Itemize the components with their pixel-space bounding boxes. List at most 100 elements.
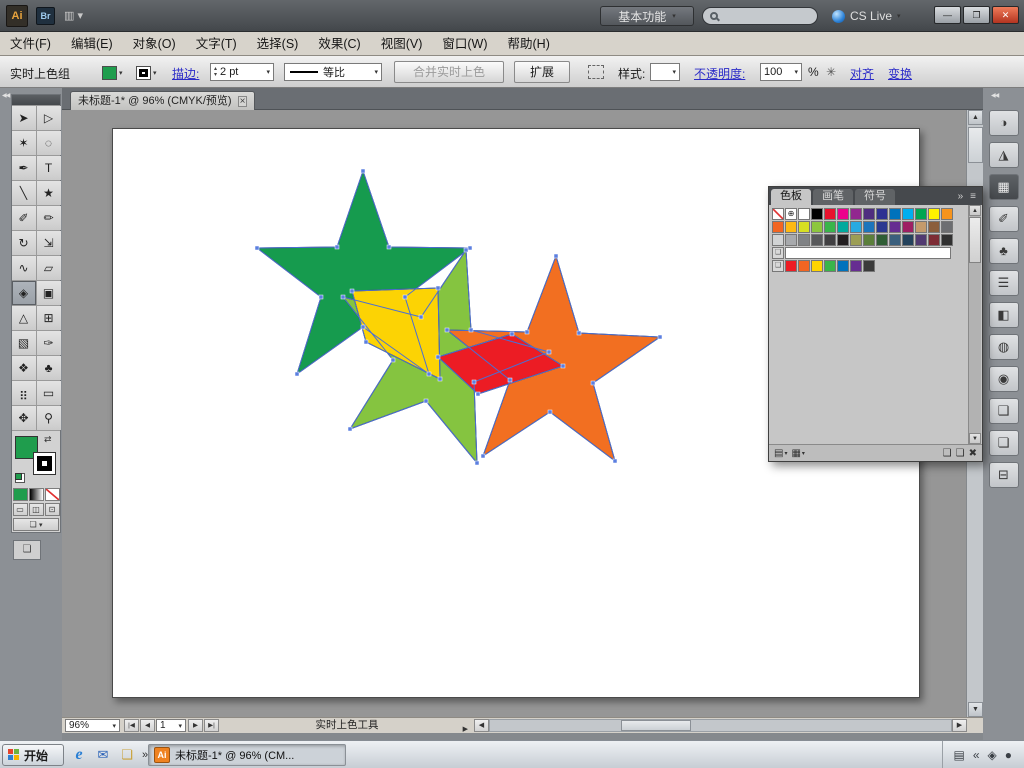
anchor-point[interactable]	[438, 377, 442, 381]
swatch[interactable]	[928, 221, 940, 233]
swatch[interactable]	[863, 260, 875, 272]
swatch[interactable]	[837, 234, 849, 246]
close-button[interactable]: ✕	[992, 6, 1019, 24]
swatch[interactable]	[863, 208, 875, 220]
paintbrush-tool[interactable]: ✐	[12, 206, 36, 230]
scale-tool[interactable]: ⇲	[37, 231, 61, 255]
transform-link[interactable]: 变换	[888, 65, 912, 82]
anchor-point[interactable]	[658, 335, 662, 339]
eyedropper-tool[interactable]: ✑	[37, 331, 61, 355]
hand-tool[interactable]: ✥	[12, 406, 36, 430]
anchor-point[interactable]	[525, 330, 529, 334]
anchor-point[interactable]	[475, 461, 479, 465]
anchor-point[interactable]	[613, 459, 617, 463]
anchor-point[interactable]	[419, 315, 423, 319]
swatch[interactable]	[915, 234, 927, 246]
scroll-left-icon[interactable]: ◀	[474, 719, 489, 732]
live-paint-bucket-tool[interactable]: ◈	[12, 281, 36, 305]
swatch[interactable]	[863, 221, 875, 233]
new-swatch-icon[interactable]: ❏	[956, 448, 965, 459]
screen-mode-button[interactable]: ❏ ▾	[13, 518, 59, 531]
rotate-tool[interactable]: ↻	[12, 231, 36, 255]
opacity-input[interactable]: 100 ▾	[760, 63, 802, 81]
blend-tool[interactable]: ❖	[12, 356, 36, 380]
star-tool[interactable]: ★	[37, 181, 61, 205]
draw-mode-1-button[interactable]: ◫	[29, 503, 44, 516]
new-color-group-icon[interactable]: ❑	[943, 448, 952, 459]
live-paint-selection-tool[interactable]: ▣	[37, 281, 61, 305]
stroke-color-swatch[interactable]	[33, 452, 56, 475]
swatch[interactable]	[902, 221, 914, 233]
swatch[interactable]	[876, 208, 888, 220]
gradient-tool[interactable]: ▧	[12, 331, 36, 355]
draw-mode-2-button[interactable]: ⊡	[45, 503, 60, 516]
swap-fill-stroke-icon[interactable]: ⇄	[44, 434, 52, 445]
align-link[interactable]: 对齐	[850, 65, 874, 82]
arrange-documents-icon[interactable]: ▥ ▾	[64, 9, 83, 22]
pattern-swatch[interactable]	[785, 247, 951, 259]
scroll-down-icon[interactable]: ▼	[968, 702, 983, 717]
swatch[interactable]	[941, 221, 953, 233]
swatch[interactable]	[889, 221, 901, 233]
first-artboard-button[interactable]: |◀	[124, 719, 139, 732]
swatch[interactable]	[928, 208, 940, 220]
anchor-point[interactable]	[436, 286, 440, 290]
scroll-up-icon[interactable]: ▲	[968, 110, 983, 125]
registration-swatch[interactable]: ⊕	[785, 208, 797, 220]
artboard-number-dropdown[interactable]: 1 ▾	[156, 719, 186, 732]
anchor-point[interactable]	[510, 332, 514, 336]
swatch[interactable]	[785, 234, 797, 246]
menu-item-0[interactable]: 文件(F)	[0, 32, 61, 56]
last-artboard-button[interactable]: ▶|	[204, 719, 219, 732]
anchor-point[interactable]	[554, 254, 558, 258]
anchor-point[interactable]	[341, 295, 345, 299]
menu-item-2[interactable]: 对象(O)	[123, 32, 186, 56]
anchor-point[interactable]	[361, 325, 365, 329]
swatch[interactable]	[941, 208, 953, 220]
swatch[interactable]	[941, 234, 953, 246]
anchor-point[interactable]	[464, 248, 468, 252]
swatch[interactable]	[785, 221, 797, 233]
swatch[interactable]	[863, 234, 875, 246]
anchor-point[interactable]	[548, 410, 552, 414]
style-dropdown[interactable]: ▾	[650, 63, 680, 81]
recolor-artwork-icon[interactable]: ✳	[826, 65, 836, 79]
scroll-down-icon[interactable]: ▼	[969, 433, 981, 444]
anchor-point[interactable]	[591, 381, 595, 385]
artboards-panel-icon[interactable]: ⊟	[989, 462, 1019, 488]
status-menu-icon[interactable]: ▶	[463, 722, 468, 737]
lasso-tool[interactable]: ◌	[37, 131, 61, 155]
panel-overflow-icon[interactable]: »	[958, 188, 964, 205]
workspace-switcher-button[interactable]: 基本功能 ▾	[600, 6, 694, 26]
swatches-tab-1[interactable]: 画笔	[813, 189, 853, 205]
mesh-tool[interactable]: ⊞	[37, 306, 61, 330]
perspective-grid-tool[interactable]: △	[12, 306, 36, 330]
anchor-point[interactable]	[481, 454, 485, 458]
column-graph-tool[interactable]: ⣶	[12, 381, 36, 405]
swatches-scrollbar[interactable]: ▲ ▼	[968, 205, 981, 444]
symbols-panel-icon[interactable]: ♣	[989, 238, 1019, 264]
opacity-link[interactable]: 不透明度:	[694, 65, 745, 82]
menu-item-8[interactable]: 帮助(H)	[498, 32, 560, 56]
illustrator-task-button[interactable]: Ai 未标题-1* @ 96% (CM...	[148, 744, 346, 766]
swatch-kinds-icon[interactable]: ▦▾	[791, 448, 804, 459]
bridge-icon[interactable]: Br	[36, 7, 55, 25]
menu-item-6[interactable]: 视图(V)	[371, 32, 433, 56]
swatch[interactable]	[915, 221, 927, 233]
expand-button[interactable]: 扩展	[514, 61, 570, 83]
swatch[interactable]	[798, 234, 810, 246]
horizontal-scrollbar[interactable]	[489, 719, 952, 732]
swatches-scroll-thumb[interactable]	[969, 217, 981, 263]
selection-tool[interactable]: ➤	[12, 106, 36, 130]
color-group-folder-icon[interactable]: ❑	[772, 247, 784, 259]
anchor-point[interactable]	[577, 331, 581, 335]
anchor-point[interactable]	[350, 289, 354, 293]
appearance-panel-icon[interactable]: ◉	[989, 366, 1019, 392]
color-button[interactable]	[13, 488, 28, 501]
swatch[interactable]	[798, 260, 810, 272]
pen-tool[interactable]: ✒	[12, 156, 36, 180]
anchor-point[interactable]	[391, 358, 395, 362]
anchor-point[interactable]	[364, 340, 368, 344]
color-group-folder-icon[interactable]: ❑	[772, 260, 784, 272]
collapse-panels-dock-icon[interactable]: ◀◀	[991, 92, 998, 99]
